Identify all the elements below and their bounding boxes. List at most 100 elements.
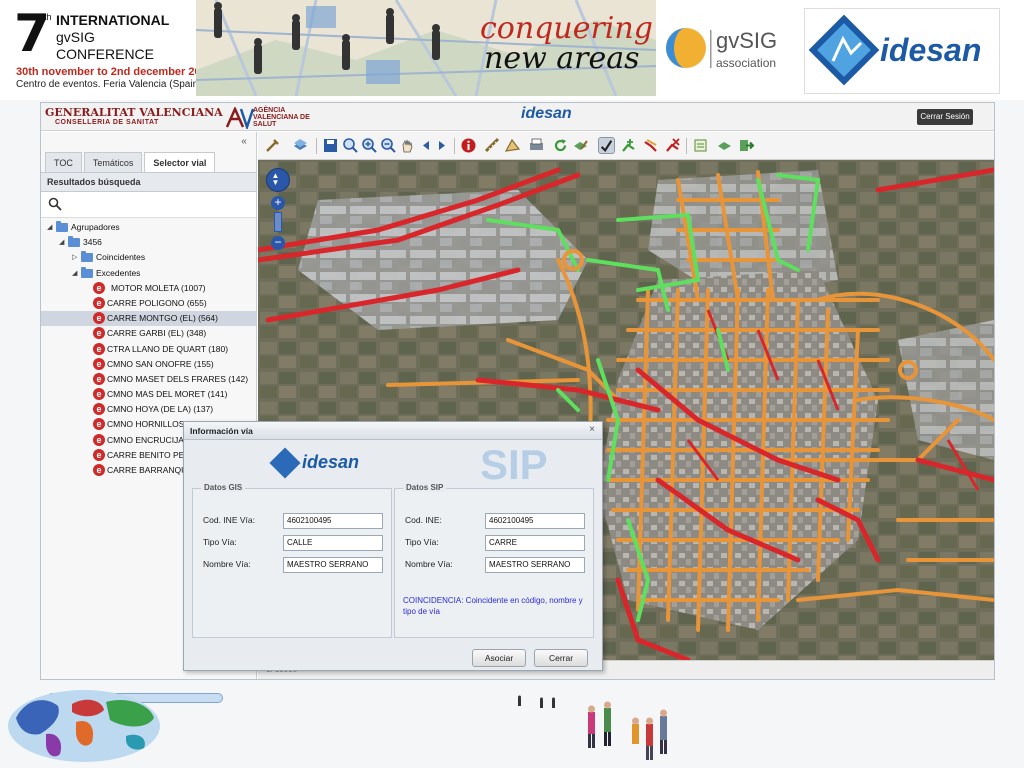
conference-title-line3: CONFERENCE xyxy=(56,46,155,62)
measure-distance-icon[interactable] xyxy=(484,137,501,154)
gis-tipo-via-field[interactable]: CALLE xyxy=(283,535,383,551)
collapse-panel-button[interactable]: « xyxy=(237,136,251,148)
tree-node-label: Coincidentes xyxy=(96,252,146,263)
zoom-out-icon[interactable] xyxy=(380,137,397,154)
next-extent-icon[interactable] xyxy=(433,137,450,154)
street-icon: e xyxy=(93,342,105,355)
map-toolbar xyxy=(258,132,994,160)
tree-node-label: Excedentes xyxy=(96,267,141,278)
tree-item-street[interactable]: e CMNO MASET DELS FRARES (142) xyxy=(41,372,256,387)
zoom-extent-icon[interactable] xyxy=(342,137,359,154)
document-icon[interactable] xyxy=(692,137,709,154)
street-icon: e xyxy=(93,372,105,385)
coincidence-message: COINCIDENCIA: Coincidente en código, nom… xyxy=(403,596,583,616)
field-label: Nombre Vía: xyxy=(405,559,453,569)
tree-item-street-selected[interactable]: e CARRE MONTGO (EL) (564) xyxy=(41,311,256,327)
delete-vertex-icon[interactable] xyxy=(664,137,681,154)
zoom-in-icon[interactable] xyxy=(361,137,378,154)
gis-data-group: Datos GIS Cod. INE Vía: 4602100495 Tipo … xyxy=(192,483,392,638)
sip-data-group: Datos SIP Cod. INE: 4602100495 Tipo Vía:… xyxy=(394,483,594,638)
edit-layer-icon[interactable] xyxy=(572,137,589,154)
field-label: Cod. INE Vía: xyxy=(203,515,255,525)
tree-item-street[interactable]: e CMNO HOYA (DE LA) (137) xyxy=(41,402,256,417)
pan-hand-icon[interactable] xyxy=(399,137,416,154)
idesan-diamond-icon xyxy=(808,14,880,86)
slogan-line1: conquering xyxy=(480,11,653,46)
tree-item-street[interactable]: e MOTOR MOLETA (1007) xyxy=(41,281,256,296)
generalitat-logo-title: GENERALITAT VALENCIANA xyxy=(45,106,223,119)
street-label: CARRE POLIGONO (655) xyxy=(107,297,207,308)
caret-down-icon[interactable]: ◢ xyxy=(47,220,55,235)
close-button[interactable]: Cerrar xyxy=(534,649,588,667)
field-label: Cod. INE: xyxy=(405,515,442,525)
logout-button[interactable]: Cerrar Sesión xyxy=(917,109,973,125)
exit-icon[interactable] xyxy=(738,137,755,154)
tree-item-street[interactable]: e CARRE GARBI (EL) (348) xyxy=(41,326,256,341)
street-label: MOTOR MOLETA (1007) xyxy=(111,282,206,293)
gis-nombre-via-field[interactable]: MAESTRO SERRANO xyxy=(283,557,383,573)
tools-icon[interactable] xyxy=(264,137,281,154)
search-icon[interactable] xyxy=(48,197,62,211)
tree-node-coincidentes[interactable]: ▷ Coincidentes xyxy=(41,250,256,265)
idesan-diamond-icon xyxy=(269,447,301,479)
folder-icon xyxy=(81,251,93,263)
pan-control-icon[interactable] xyxy=(266,168,290,192)
caret-down-icon[interactable]: ◢ xyxy=(72,266,80,281)
tree-item-street[interactable]: e CMNO MAS DEL MORET (141) xyxy=(41,387,256,402)
refresh-icon[interactable] xyxy=(552,137,569,154)
sip-nombre-via-field[interactable]: MAESTRO SERRANO xyxy=(485,557,585,573)
tree-node-agrupadores[interactable]: ◢ Agrupadores xyxy=(41,220,256,235)
tab-selector-vial[interactable]: Selector vial xyxy=(144,152,216,172)
zoom-slider[interactable] xyxy=(274,212,282,232)
caret-down-icon[interactable]: ◢ xyxy=(59,235,67,250)
tree-node-excedentes[interactable]: ◢ Excedentes xyxy=(41,266,256,281)
tree-item-street[interactable]: e CMNO SAN ONOFRE (155) xyxy=(41,357,256,372)
street-icon: e xyxy=(93,388,105,401)
folder-icon xyxy=(56,221,68,232)
idesan-logo-text: idesan xyxy=(880,32,982,68)
sip-legend: Datos SIP xyxy=(403,483,447,492)
export-icon[interactable] xyxy=(716,137,733,154)
street-icon: e xyxy=(93,448,105,461)
header-brand: idesan xyxy=(521,105,572,122)
zoom-in-control[interactable]: + xyxy=(271,196,285,210)
conference-title-line1: INTERNATIONAL xyxy=(56,12,170,28)
sip-tipo-via-field[interactable]: CARRE xyxy=(485,535,585,551)
app-header: GENERALITAT VALENCIANA CONSELLERIA DE SA… xyxy=(41,103,994,131)
conference-banner: 7 th INTERNATIONAL gvSIG CONFERENCE 30th… xyxy=(0,0,1024,100)
tree-item-street[interactable]: e CARRE POLIGONO (655) xyxy=(41,296,256,311)
field-label: Nombre Vía: xyxy=(203,559,251,569)
caret-right-icon[interactable]: ▷ xyxy=(72,250,80,265)
close-icon[interactable]: × xyxy=(586,424,598,436)
street-label: CMNO MAS DEL MORET (141) xyxy=(107,389,228,400)
save-icon[interactable] xyxy=(322,137,339,154)
tab-tematicos[interactable]: Temáticos xyxy=(83,152,143,172)
info-icon[interactable] xyxy=(460,137,477,154)
add-vertex-icon[interactable] xyxy=(620,137,637,154)
sip-cod-ine-field[interactable]: 4602100495 xyxy=(485,513,585,529)
zoom-out-control[interactable]: − xyxy=(271,236,285,250)
gvsig-name: gvSIG xyxy=(716,28,778,53)
street-icon: e xyxy=(93,433,105,446)
layers-icon[interactable] xyxy=(292,137,309,154)
gis-cod-ine-field[interactable]: 4602100495 xyxy=(283,513,383,529)
field-label: Tipo Vía: xyxy=(203,537,237,547)
tree-item-street[interactable]: e CTRA LLANO DE QUART (180) xyxy=(41,342,256,357)
street-label: CARRE BENITO PE xyxy=(107,449,185,460)
street-icon: e xyxy=(93,296,105,309)
folder-icon xyxy=(81,266,93,278)
select-street-icon[interactable] xyxy=(598,137,615,154)
associate-button[interactable]: Asociar xyxy=(472,649,526,667)
tab-toc[interactable]: TOC xyxy=(45,152,82,172)
print-icon[interactable] xyxy=(528,137,545,154)
street-label: CARRE GARBI (EL) (348) xyxy=(107,328,207,339)
avs-logo-text: AGÈNCIA VALENCIANA DE SALUT xyxy=(253,107,310,128)
street-label: CARRE BARRANQU xyxy=(107,465,188,475)
street-icon: e xyxy=(93,464,105,476)
edit-vertex-icon[interactable] xyxy=(642,137,659,154)
measure-area-icon[interactable] xyxy=(504,137,521,154)
conference-dates: 30th november to 2nd december 2011 xyxy=(16,66,213,78)
street-label: CMNO HORNILLOS xyxy=(107,419,185,430)
world-map-decoration xyxy=(8,690,160,762)
tree-node-3456[interactable]: ◢ 3456 xyxy=(41,235,256,250)
